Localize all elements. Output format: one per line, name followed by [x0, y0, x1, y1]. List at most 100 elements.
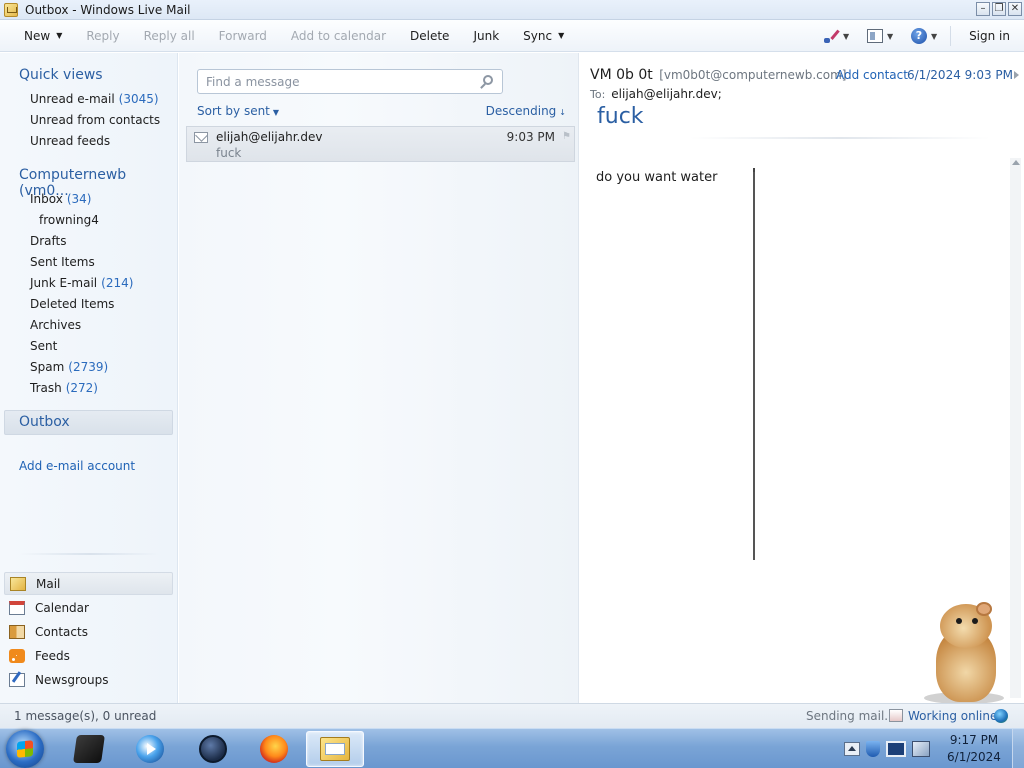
add-to-calendar-button[interactable]: Add to calendar [279, 24, 398, 48]
taskbar-firefox[interactable] [245, 731, 303, 767]
folder-frowning4[interactable]: frowning4 [39, 213, 99, 227]
folder-spam[interactable]: Spam (2739) [30, 360, 108, 374]
sign-in-button[interactable]: Sign in [955, 24, 1024, 48]
clock[interactable]: 9:17 PM 6/1/2024 [938, 732, 1010, 766]
system-tray [838, 729, 938, 768]
show-desktop-button[interactable] [1012, 729, 1024, 768]
switch-feeds[interactable]: Feeds [4, 644, 173, 667]
help-icon: ? [910, 28, 927, 44]
sender: VM 0b 0t [vm0b0t@computernewb.com] [590, 67, 846, 83]
item-count: (3045) [118, 92, 159, 106]
switch-calendar[interactable]: Calendar [4, 596, 173, 619]
help-button[interactable]: ? ▼ [902, 24, 946, 48]
minimize-button[interactable]: – [976, 2, 990, 16]
online-status[interactable]: Working online [908, 709, 997, 723]
taskbar-windows-live-mail[interactable] [306, 731, 364, 767]
folder-drafts[interactable]: Drafts [30, 234, 67, 248]
add-contact-link[interactable]: Add contact [836, 68, 908, 82]
hamster-mascot [920, 600, 1010, 705]
taskbar-app-orb[interactable] [184, 731, 242, 767]
quick-view-unread-email[interactable]: Unread e-mail (3045) [30, 92, 159, 106]
sync-button[interactable]: Sync ▼ [511, 24, 576, 48]
folder-label: Deleted Items [30, 297, 115, 311]
folder-label: Spam [30, 360, 65, 374]
quick-view-unread-feeds[interactable]: Unread feeds [30, 134, 110, 148]
sort-by-dropdown[interactable]: Sort by sent ▼ [197, 104, 279, 118]
switch-newsgroups[interactable]: Newsgroups [4, 668, 173, 691]
layout-button[interactable]: ▼ [858, 24, 902, 48]
calendar-icon [9, 600, 25, 615]
message-time: 9:03 PM [506, 130, 555, 144]
mascot-ear [976, 602, 992, 616]
reply-button[interactable]: Reply [74, 24, 131, 48]
search-icon[interactable] [483, 75, 493, 85]
network-icon[interactable] [886, 741, 906, 757]
chevron-down-icon: ▼ [558, 31, 565, 40]
start-button[interactable] [6, 730, 44, 768]
folder-label: Sent Items [30, 255, 95, 269]
to-label: To: [590, 88, 606, 101]
mascot-eye [956, 618, 962, 624]
chevron-down-icon: ▼ [842, 31, 850, 41]
junk-button[interactable]: Junk [461, 24, 511, 48]
recipients: To: elijah@elijahr.dev; [590, 87, 722, 101]
new-label: New [24, 28, 51, 43]
add-email-account-link[interactable]: Add e-mail account [19, 459, 135, 473]
layout-icon [866, 29, 883, 43]
folder-archives[interactable]: Archives [30, 318, 81, 332]
to-value[interactable]: elijah@elijahr.dev; [611, 87, 721, 101]
folder-trash[interactable]: Trash (272) [30, 381, 98, 395]
message-from: elijah@elijahr.dev [216, 130, 323, 144]
forward-button[interactable]: Forward [207, 24, 279, 48]
search-box [197, 69, 503, 94]
volume-icon[interactable] [912, 741, 930, 757]
folder-count: (2739) [68, 360, 109, 374]
newsgroups-icon [9, 672, 25, 687]
new-button[interactable]: New ▼ [12, 24, 74, 48]
feeds-icon [9, 648, 25, 663]
body-frame-edge [753, 168, 755, 560]
folder-deleted-items[interactable]: Deleted Items [30, 297, 114, 311]
restore-button[interactable]: ❐ [992, 2, 1006, 16]
folder-sent-items[interactable]: Sent Items [30, 255, 95, 269]
folder-sent[interactable]: Sent [30, 339, 57, 353]
paintbrush-icon [823, 28, 839, 44]
scroll-right-icon[interactable] [1014, 71, 1019, 79]
taskbar-app-box[interactable] [60, 731, 118, 767]
switch-label: Mail [36, 576, 61, 591]
message-row[interactable]: elijah@elijahr.dev 9:03 PM fuck ⚑ [186, 126, 575, 162]
switch-contacts[interactable]: Contacts [4, 620, 173, 643]
taskbar-media-player[interactable] [121, 731, 179, 767]
app-box-icon [73, 735, 105, 763]
show-hidden-icons-icon[interactable] [844, 742, 860, 756]
sort-direction-toggle[interactable]: Descending ↓ [486, 104, 566, 118]
chevron-down-icon: ▼ [272, 108, 280, 117]
folder-label: Trash [30, 381, 62, 395]
quick-views-header[interactable]: Quick views [19, 67, 103, 83]
folder-label: Archives [30, 318, 82, 332]
switch-label: Newsgroups [35, 672, 109, 687]
folder-outbox-selected[interactable]: Outbox [4, 410, 173, 435]
switch-mail[interactable]: Mail [4, 572, 173, 595]
envelope-icon [194, 132, 208, 143]
search-input[interactable] [206, 74, 466, 90]
reply-all-button[interactable]: Reply all [132, 24, 207, 48]
folder-junk-email[interactable]: Junk E-mail (214) [30, 276, 133, 290]
chevron-down-icon: ▼ [886, 31, 894, 41]
close-button[interactable]: ✕ [1008, 2, 1022, 16]
delete-button[interactable]: Delete [398, 24, 461, 48]
clock-date: 6/1/2024 [947, 750, 1001, 764]
vertical-scrollbar[interactable] [1010, 158, 1021, 698]
window-controls: – ❐ ✕ [976, 2, 1022, 16]
arrow-down-icon: ↓ [559, 108, 566, 117]
scroll-up-icon[interactable] [1012, 160, 1020, 165]
item-label: Unread from contacts [30, 113, 161, 127]
color-button[interactable]: ▼ [814, 24, 858, 48]
quick-view-unread-from-contacts[interactable]: Unread from contacts [30, 113, 160, 127]
shield-icon[interactable] [866, 741, 880, 757]
chevron-down-icon: ▼ [930, 31, 938, 41]
folder-label: frowning4 [39, 213, 99, 227]
folder-inbox[interactable]: Inbox (34) [30, 192, 91, 206]
sort-by-label: Sort by sent [197, 104, 270, 118]
flag-icon[interactable]: ⚑ [562, 131, 571, 142]
